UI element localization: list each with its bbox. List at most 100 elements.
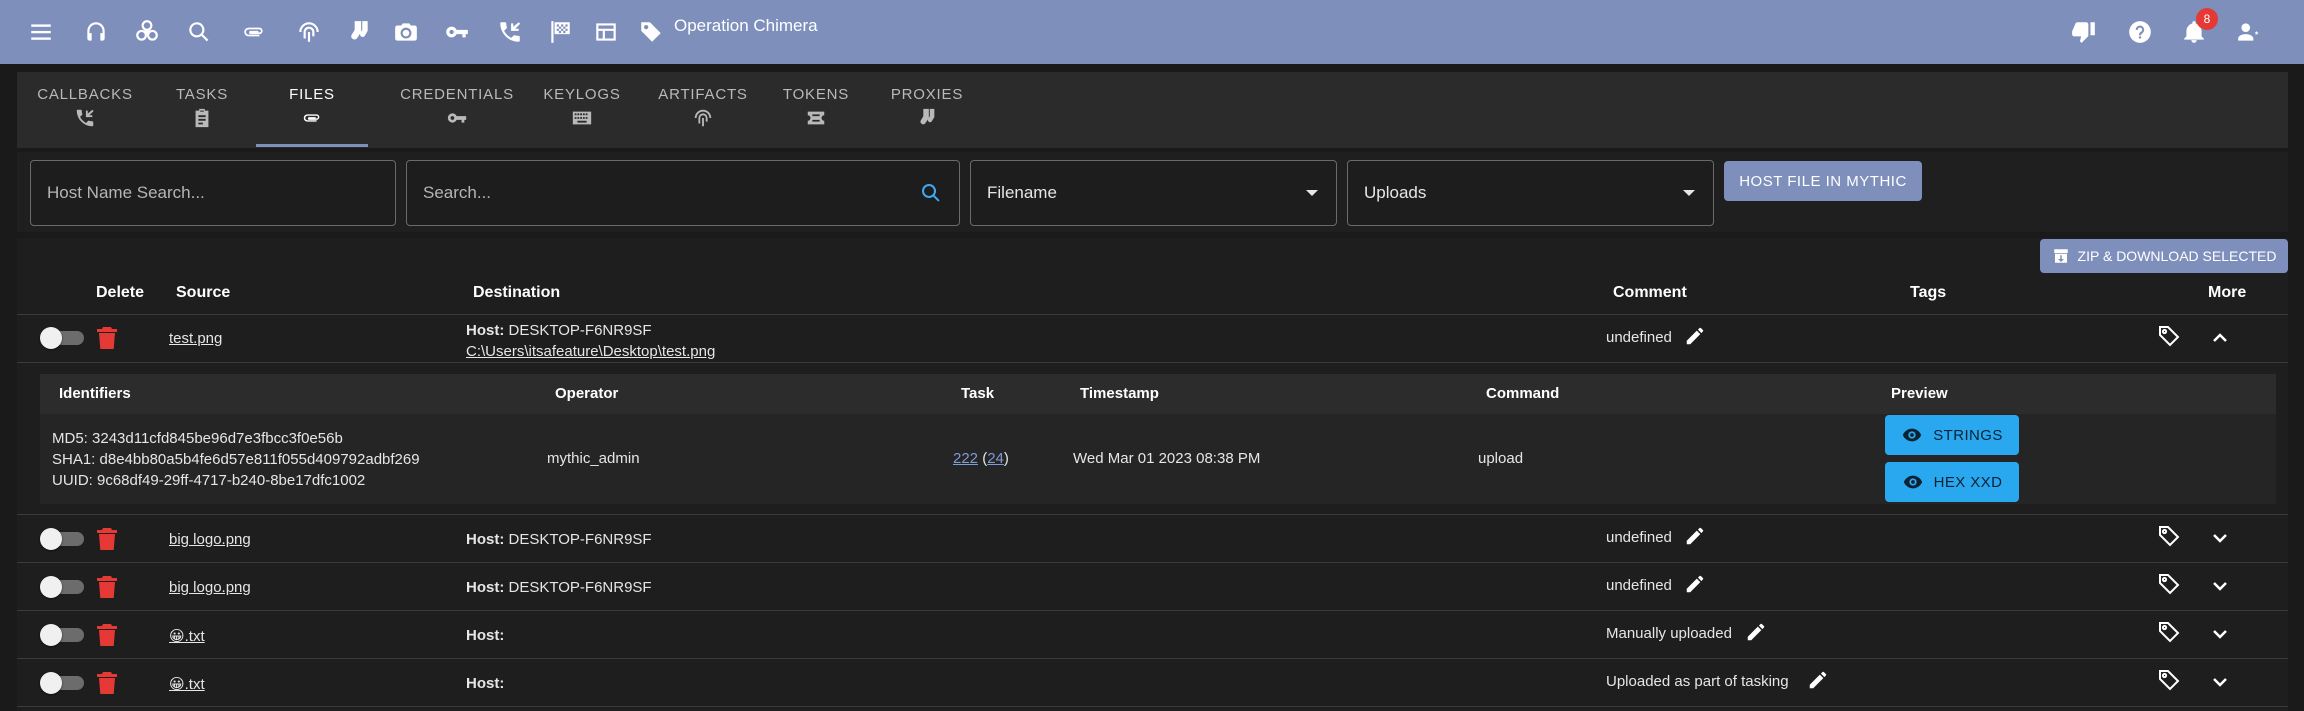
header-more: More (2208, 284, 2247, 301)
detail-header-identifiers: Identifiers (59, 385, 131, 402)
tag-icon[interactable] (2157, 524, 2181, 548)
tab-tasks[interactable]: TASKS (167, 72, 237, 148)
destination-cell: Host: (466, 627, 504, 644)
zip-download-button[interactable]: ZIP & DOWNLOAD SELECTED (2040, 239, 2288, 273)
host-name-search-input[interactable]: Host Name Search... (30, 160, 396, 226)
tab-tokens[interactable]: TOKENS (763, 72, 869, 148)
header-delete: Delete (96, 284, 145, 301)
edit-comment-icon[interactable] (1684, 325, 1706, 347)
destination-path-link[interactable]: C:\Users\itsafeature\Desktop\test.png (466, 343, 715, 360)
biohazard-icon[interactable] (133, 18, 161, 46)
delete-icon[interactable] (97, 527, 117, 551)
host-label: Host: (466, 627, 505, 644)
select-toggle[interactable] (40, 672, 86, 694)
help-icon[interactable] (2126, 18, 2154, 46)
tab-artifacts[interactable]: ARTIFACTS (638, 72, 768, 148)
chevron-up-icon[interactable] (2210, 328, 2230, 348)
edit-comment-icon[interactable] (1684, 525, 1706, 547)
file-type-select[interactable]: Uploads (1347, 160, 1714, 226)
menu-icon[interactable] (27, 18, 55, 46)
comment-text: undefined (1606, 329, 1672, 346)
eye-icon (1903, 475, 1922, 489)
chevron-down-icon[interactable] (2210, 528, 2230, 548)
divider (17, 514, 2288, 515)
delete-icon[interactable] (97, 623, 117, 647)
table-chart-icon[interactable] (592, 18, 620, 46)
key-icon[interactable] (443, 18, 471, 46)
hex-button-label: HEX XXD (1933, 473, 2003, 491)
tag-icon[interactable] (2157, 668, 2181, 692)
search-field-select[interactable]: Filename (970, 160, 1337, 226)
edit-comment-icon[interactable] (1684, 573, 1706, 595)
paperclip-icon (303, 114, 320, 122)
chevron-down-icon[interactable] (2210, 624, 2230, 644)
operation-name[interactable]: Operation Chimera (674, 16, 818, 36)
md5-hash: MD5: 3243d11cfd845be96d7e3fbcc3f0e56b (52, 430, 343, 447)
host-label: Host: (466, 531, 505, 548)
source-file-link[interactable]: big logo.png (169, 531, 251, 548)
zip-download-label: ZIP & DOWNLOAD SELECTED (2077, 248, 2277, 264)
comment-text: Manually uploaded (1606, 625, 1732, 642)
tag-icon[interactable] (2157, 324, 2181, 348)
task-link[interactable]: 222 (953, 450, 978, 467)
phone-callback-icon[interactable] (496, 18, 524, 46)
fingerprint-icon[interactable] (295, 18, 323, 46)
select-toggle[interactable] (40, 624, 86, 646)
host-value: DESKTOP-F6NR9SF (508, 322, 652, 339)
edit-comment-icon[interactable] (1745, 621, 1767, 643)
file-type-value: Uploads (1364, 183, 1427, 202)
tab-callbacks[interactable]: CALLBACKS (37, 72, 133, 148)
callback-link[interactable]: 24 (987, 450, 1004, 467)
top-app-bar: Operation Chimera 8 (0, 0, 2304, 64)
host-file-button[interactable]: HOST FILE IN MYTHIC (1724, 161, 1922, 201)
hex-preview-button[interactable]: HEX XXD (1885, 462, 2019, 502)
host-value: DESKTOP-F6NR9SF (508, 531, 652, 548)
host-label: Host: (466, 322, 505, 339)
select-toggle[interactable] (40, 327, 86, 349)
tab-keylogs[interactable]: KEYLOGS (529, 72, 635, 148)
tag-icon[interactable] (2157, 620, 2181, 644)
divider (17, 610, 2288, 611)
detail-header-task: Task (961, 385, 995, 402)
destination-cell: Host: (466, 675, 504, 692)
camera-icon[interactable] (392, 18, 420, 46)
checkered-flag-icon[interactable] (546, 18, 574, 46)
comment-text: undefined (1606, 577, 1672, 594)
source-file-link[interactable]: big logo.png (169, 579, 251, 596)
headphones-icon[interactable] (82, 18, 110, 46)
tag-icon[interactable] (2157, 572, 2181, 596)
source-file-link[interactable]: 😀.txt (169, 675, 205, 693)
chevron-down-icon[interactable] (2210, 672, 2230, 692)
search-input[interactable]: Search... (406, 160, 960, 226)
select-toggle[interactable] (40, 576, 86, 598)
thumbs-down-icon[interactable] (2070, 18, 2098, 46)
delete-icon[interactable] (97, 671, 117, 695)
tab-proxies[interactable]: PROXIES (874, 72, 980, 148)
search-icon[interactable] (919, 181, 943, 205)
delete-icon[interactable] (97, 326, 117, 350)
tag-icon[interactable] (637, 18, 665, 46)
eye-icon (1903, 428, 1922, 442)
source-file-link[interactable]: test.png (169, 330, 222, 347)
select-toggle[interactable] (40, 528, 86, 550)
tab-files[interactable]: FILES (256, 72, 368, 148)
delete-icon[interactable] (97, 575, 117, 599)
destination-cell: Host: DESKTOP-F6NR9SF (466, 579, 652, 596)
task-cell: 222 (24) (953, 450, 1009, 467)
divider (17, 562, 2288, 563)
phone-callback-icon (76, 109, 94, 127)
source-file-link[interactable]: 😀.txt (169, 627, 205, 645)
socks-icon[interactable] (345, 18, 373, 46)
search-icon[interactable] (185, 18, 213, 46)
sha1-hash: SHA1: d8e4bb80a5b4fe6d57e811f055d409792a… (52, 451, 420, 468)
user-settings-icon[interactable] (2235, 18, 2263, 46)
ticket-icon (807, 111, 825, 125)
paperclip-icon[interactable] (240, 18, 268, 46)
header-comment: Comment (1613, 284, 1687, 301)
strings-preview-button[interactable]: STRINGS (1885, 415, 2019, 455)
fingerprint-icon (694, 109, 712, 127)
tab-credentials[interactable]: CREDENTIALS (387, 72, 527, 148)
chevron-down-icon[interactable] (2210, 576, 2230, 596)
uuid-value: UUID: 9c68df49-29ff-4717-b240-8be17dfc10… (52, 472, 366, 489)
edit-comment-icon[interactable] (1807, 669, 1829, 691)
